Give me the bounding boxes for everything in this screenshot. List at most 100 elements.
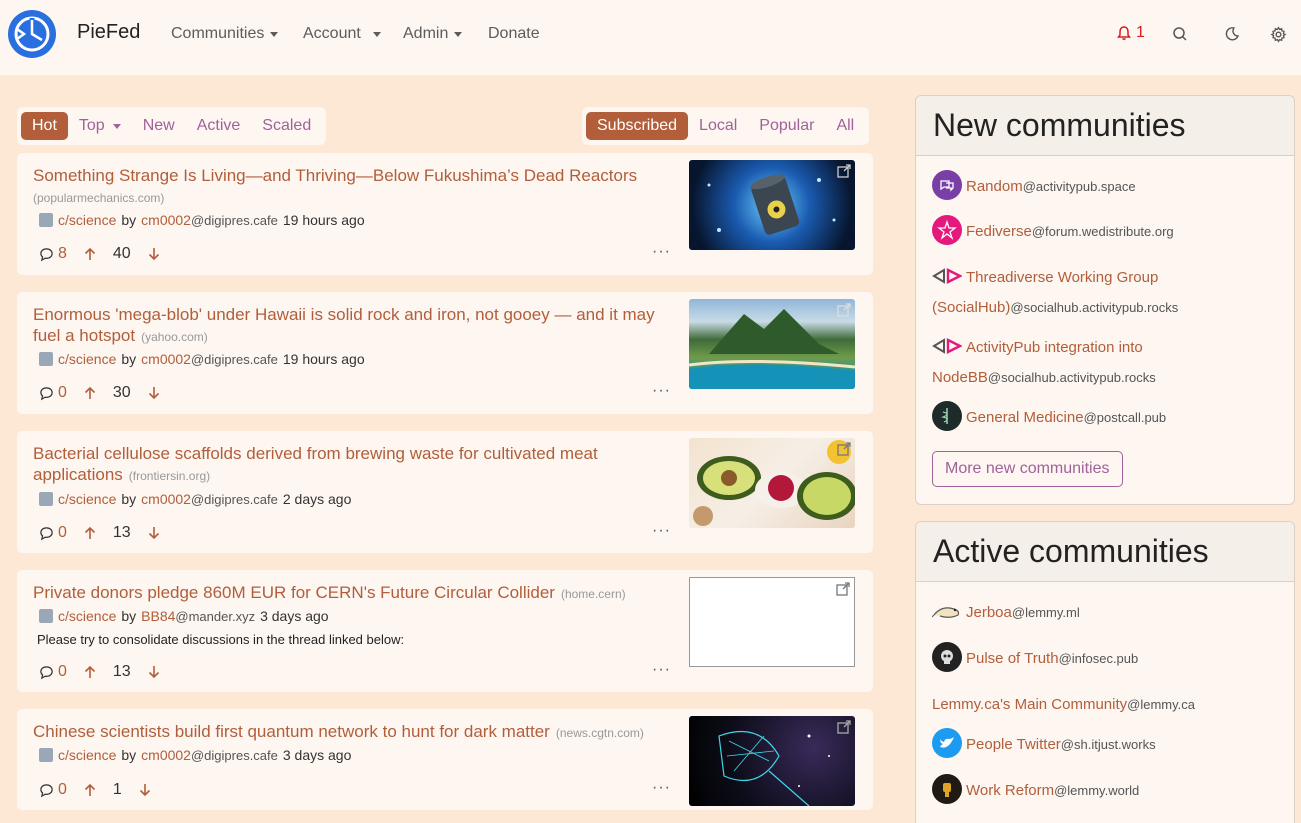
comments-button[interactable]: 0 <box>39 781 67 799</box>
post-title[interactable]: Bacterial cellulose scaffolds derived fr… <box>33 443 673 487</box>
community-link[interactable]: c/science <box>58 491 116 507</box>
tab-subscribed[interactable]: Subscribed <box>586 112 689 140</box>
downvote-button[interactable] <box>147 526 161 540</box>
post-meta: c/science by BB84@mander.xyz 3 days ago <box>39 608 329 624</box>
comments-count: 8 <box>58 245 67 262</box>
post-domain[interactable]: (yahoo.com) <box>141 330 208 344</box>
piefed-logo-icon[interactable] <box>7 9 57 59</box>
chevron-down-icon <box>454 31 463 37</box>
external-link-icon[interactable] <box>837 164 851 178</box>
comments-button[interactable]: 8 <box>39 245 67 263</box>
upvote-button[interactable] <box>83 783 97 797</box>
more-options-icon[interactable]: ··· <box>652 522 671 540</box>
community-link[interactable]: c/science <box>58 747 116 763</box>
downvote-button[interactable] <box>147 386 161 400</box>
community-item[interactable]: People Twitter@sh.itjust.works <box>932 728 1272 760</box>
score: 13 <box>112 663 131 680</box>
downvote-button[interactable] <box>138 783 152 797</box>
community-name: Work Reform <box>966 782 1055 799</box>
post-domain[interactable]: (home.cern) <box>561 587 626 601</box>
comments-button[interactable]: 0 <box>39 524 67 542</box>
post-title[interactable]: Chinese scientists build first quantum n… <box>33 721 673 744</box>
tab-local[interactable]: Local <box>688 112 748 140</box>
tab-active[interactable]: Active <box>186 112 252 140</box>
more-options-icon[interactable]: ··· <box>652 661 671 679</box>
community-item[interactable]: Fediverse@forum.wedistribute.org <box>932 215 1272 247</box>
post-actions: 0 13 <box>39 663 177 681</box>
upvote-button[interactable] <box>83 526 97 540</box>
post-card: Chinese scientists build first quantum n… <box>17 709 873 810</box>
upvote-button[interactable] <box>83 386 97 400</box>
author-link[interactable]: BB84 <box>141 608 175 624</box>
community-icon <box>39 609 53 623</box>
by-label: by <box>121 608 137 624</box>
post-title[interactable]: Something Strange Is Living—and Thriving… <box>33 165 673 186</box>
community-item[interactable]: Lemmy.ca's Main Community@lemmy.ca <box>932 690 1272 719</box>
post-thumbnail[interactable] <box>689 716 855 806</box>
brand-name[interactable]: PieFed <box>77 21 140 44</box>
comments-button[interactable]: 0 <box>39 384 67 402</box>
external-link-icon[interactable] <box>837 442 851 456</box>
arrow-up-icon <box>84 665 95 678</box>
nav-account[interactable]: Account <box>303 25 381 43</box>
more-options-icon[interactable]: ··· <box>652 382 671 400</box>
upvote-button[interactable] <box>83 247 97 261</box>
community-item[interactable]: Threadiverse Working Group (SocialHub)@s… <box>932 263 1272 322</box>
tab-popular[interactable]: Popular <box>748 112 825 140</box>
more-options-icon[interactable]: ··· <box>652 243 671 261</box>
community-item[interactable]: Work Reform@lemmy.world <box>932 774 1272 806</box>
nav-account-label: Account <box>303 25 361 42</box>
external-link-icon[interactable] <box>836 582 850 596</box>
community-instance: @activitypub.space <box>1022 179 1136 194</box>
downvote-button[interactable] <box>147 665 161 679</box>
author-link[interactable]: cm0002 <box>141 491 191 507</box>
community-link[interactable]: c/science <box>58 351 116 367</box>
more-new-communities-button[interactable]: More new communities <box>932 451 1123 487</box>
post-thumbnail[interactable] <box>689 438 855 528</box>
search-button[interactable] <box>1170 24 1190 44</box>
post-domain[interactable]: (frontiersin.org) <box>129 469 210 483</box>
external-link-icon[interactable] <box>837 303 851 317</box>
post-title[interactable]: Enormous 'mega-blob' under Hawaii is sol… <box>33 304 673 348</box>
community-link[interactable]: c/science <box>58 212 116 228</box>
author-link[interactable]: cm0002 <box>141 212 191 228</box>
nav-donate[interactable]: Donate <box>488 25 540 43</box>
post-domain[interactable]: (popularmechanics.com) <box>33 191 164 205</box>
island-image <box>689 309 855 389</box>
community-item[interactable]: ActivityPub integration into NodeBB@soci… <box>932 333 1272 392</box>
community-item[interactable]: Random@activitypub.space <box>932 170 1272 202</box>
settings-button[interactable] <box>1268 24 1288 44</box>
comments-button[interactable]: 0 <box>39 663 67 681</box>
post-thumbnail[interactable] <box>689 299 855 389</box>
nav-admin[interactable]: Admin <box>403 25 463 43</box>
dark-mode-toggle[interactable] <box>1222 24 1242 44</box>
post-title[interactable]: Private donors pledge 860M EUR for CERN'… <box>33 582 673 605</box>
external-link-icon[interactable] <box>837 720 851 734</box>
nav-communities[interactable]: Communities <box>171 25 279 43</box>
community-instance: @lemmy.ml <box>1011 605 1080 620</box>
author-link[interactable]: cm0002 <box>141 351 191 367</box>
tab-new[interactable]: New <box>132 112 186 140</box>
post-thumbnail[interactable] <box>689 577 855 667</box>
community-item[interactable]: Jerboa@lemmy.ml <box>932 598 1272 628</box>
community-item[interactable]: General Medicine@postcall.pub <box>932 401 1272 433</box>
tab-scaled[interactable]: Scaled <box>251 112 322 140</box>
community-item[interactable]: Pulse of Truth@infosec.pub <box>932 642 1272 674</box>
barrel-image <box>707 174 836 235</box>
post-thumbnail[interactable] <box>689 160 855 250</box>
chevron-down-icon <box>112 123 121 129</box>
post-domain[interactable]: (news.cgtn.com) <box>556 726 644 740</box>
downvote-button[interactable] <box>147 247 161 261</box>
tab-all[interactable]: All <box>825 112 865 140</box>
author-link[interactable]: cm0002 <box>141 747 191 763</box>
more-options-icon[interactable]: ··· <box>652 779 671 797</box>
community-link[interactable]: c/science <box>58 608 116 624</box>
notifications-button[interactable]: 1 <box>1116 24 1145 42</box>
upvote-button[interactable] <box>83 665 97 679</box>
post-time: 19 hours ago <box>282 212 365 228</box>
community-name: People Twitter <box>966 736 1061 753</box>
tab-top[interactable]: Top <box>68 112 132 140</box>
tab-hot[interactable]: Hot <box>21 112 68 140</box>
post-time: 3 days ago <box>260 608 329 624</box>
by-label: by <box>121 491 137 507</box>
